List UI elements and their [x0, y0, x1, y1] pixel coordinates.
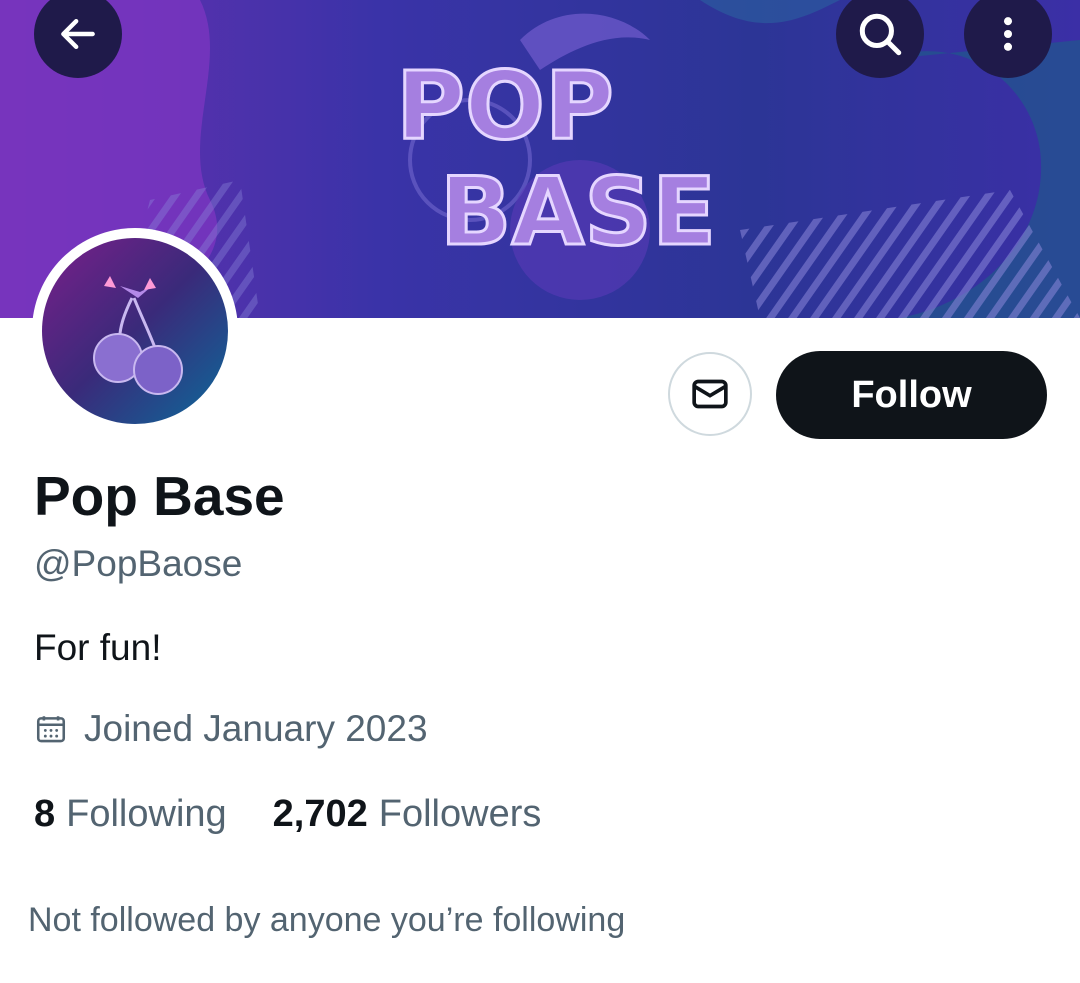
cherry-avatar-icon [42, 238, 228, 424]
follow-stats: 8 Following 2,702 Followers [34, 793, 541, 836]
follow-button[interactable]: Follow [776, 351, 1047, 439]
profile-handle: @PopBaose [34, 543, 243, 584]
profile-bio: For fun! [34, 627, 162, 668]
followers-label: Followers [378, 793, 542, 835]
social-context: Not followed by anyone you’re following [28, 901, 626, 939]
profile-name: Pop Base [34, 465, 285, 527]
message-button[interactable] [668, 352, 752, 436]
calendar-icon [36, 716, 66, 743]
followers-link[interactable]: 2,702 Followers [273, 793, 542, 836]
following-label: Following [66, 793, 227, 835]
join-date: Joined January 2023 [84, 708, 428, 749]
following-count: 8 [34, 793, 56, 835]
join-date-row: Joined January 2023 [34, 708, 428, 750]
arrow-left-icon [61, 18, 95, 50]
search-icon [859, 13, 902, 56]
followers-count: 2,702 [272, 793, 368, 835]
following-link[interactable]: 8 Following [34, 793, 227, 836]
more-vertical-icon [1003, 17, 1013, 51]
avatar-image [42, 238, 228, 424]
envelope-icon [692, 379, 728, 409]
avatar[interactable] [32, 228, 238, 434]
